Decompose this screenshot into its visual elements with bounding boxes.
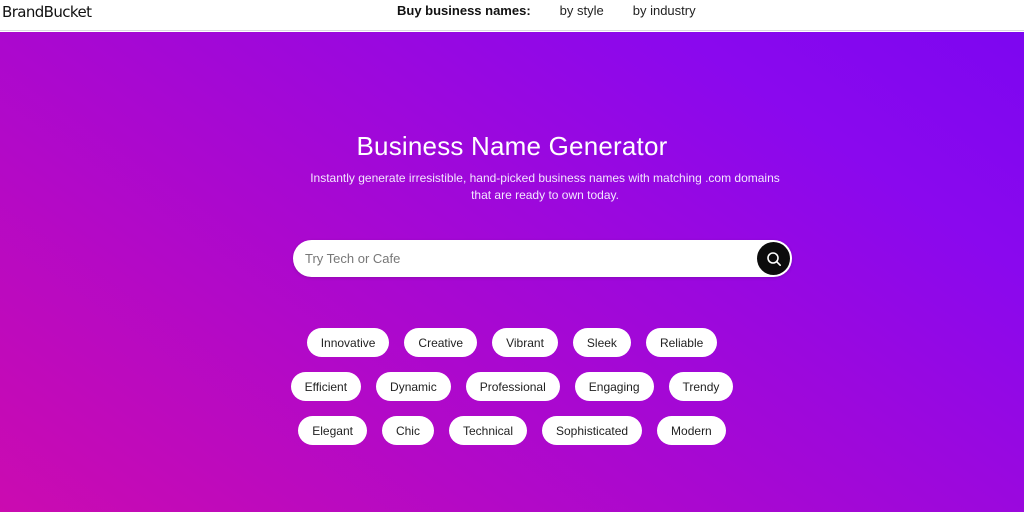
tag-sophisticated[interactable]: Sophisticated bbox=[542, 416, 643, 445]
tag-creative[interactable]: Creative bbox=[404, 328, 478, 357]
brand-logo[interactable]: BrandBucket bbox=[2, 3, 92, 21]
tag-sleek[interactable]: Sleek bbox=[572, 328, 631, 357]
tag-chic[interactable]: Chic bbox=[381, 416, 434, 445]
nav-label: Buy business names: bbox=[397, 3, 531, 18]
nav-link-by-industry[interactable]: by industry bbox=[633, 3, 696, 18]
tag-row: Elegant Chic Technical Sophisticated Mod… bbox=[0, 416, 1024, 445]
tag-efficient[interactable]: Efficient bbox=[290, 372, 362, 401]
tag-row: Innovative Creative Vibrant Sleek Reliab… bbox=[0, 328, 1024, 357]
top-bar: BrandBucket Buy business names: by style… bbox=[0, 0, 1024, 31]
tag-row: Efficient Dynamic Professional Engaging … bbox=[0, 372, 1024, 401]
search-icon bbox=[766, 251, 781, 266]
tag-dynamic[interactable]: Dynamic bbox=[376, 372, 451, 401]
top-nav: Buy business names: by style by industry bbox=[397, 3, 696, 18]
tag-vibrant[interactable]: Vibrant bbox=[492, 328, 558, 357]
search-input[interactable] bbox=[305, 240, 745, 277]
tag-reliable[interactable]: Reliable bbox=[645, 328, 718, 357]
style-tags: Innovative Creative Vibrant Sleek Reliab… bbox=[0, 328, 1024, 460]
nav-link-by-style[interactable]: by style bbox=[560, 3, 604, 18]
page-title: Business Name Generator bbox=[356, 131, 668, 161]
tag-trendy[interactable]: Trendy bbox=[668, 372, 734, 401]
search-bar bbox=[293, 240, 792, 277]
hero-section: Business Name Generator Instantly genera… bbox=[0, 32, 1024, 512]
tag-professional[interactable]: Professional bbox=[465, 372, 560, 401]
tag-elegant[interactable]: Elegant bbox=[298, 416, 367, 445]
page-subtitle: Instantly generate irresistible, hand-pi… bbox=[310, 171, 780, 202]
tag-modern[interactable]: Modern bbox=[657, 416, 726, 445]
search-button[interactable] bbox=[757, 242, 790, 275]
tag-technical[interactable]: Technical bbox=[448, 416, 527, 445]
tag-engaging[interactable]: Engaging bbox=[574, 372, 654, 401]
tag-innovative[interactable]: Innovative bbox=[306, 328, 390, 357]
